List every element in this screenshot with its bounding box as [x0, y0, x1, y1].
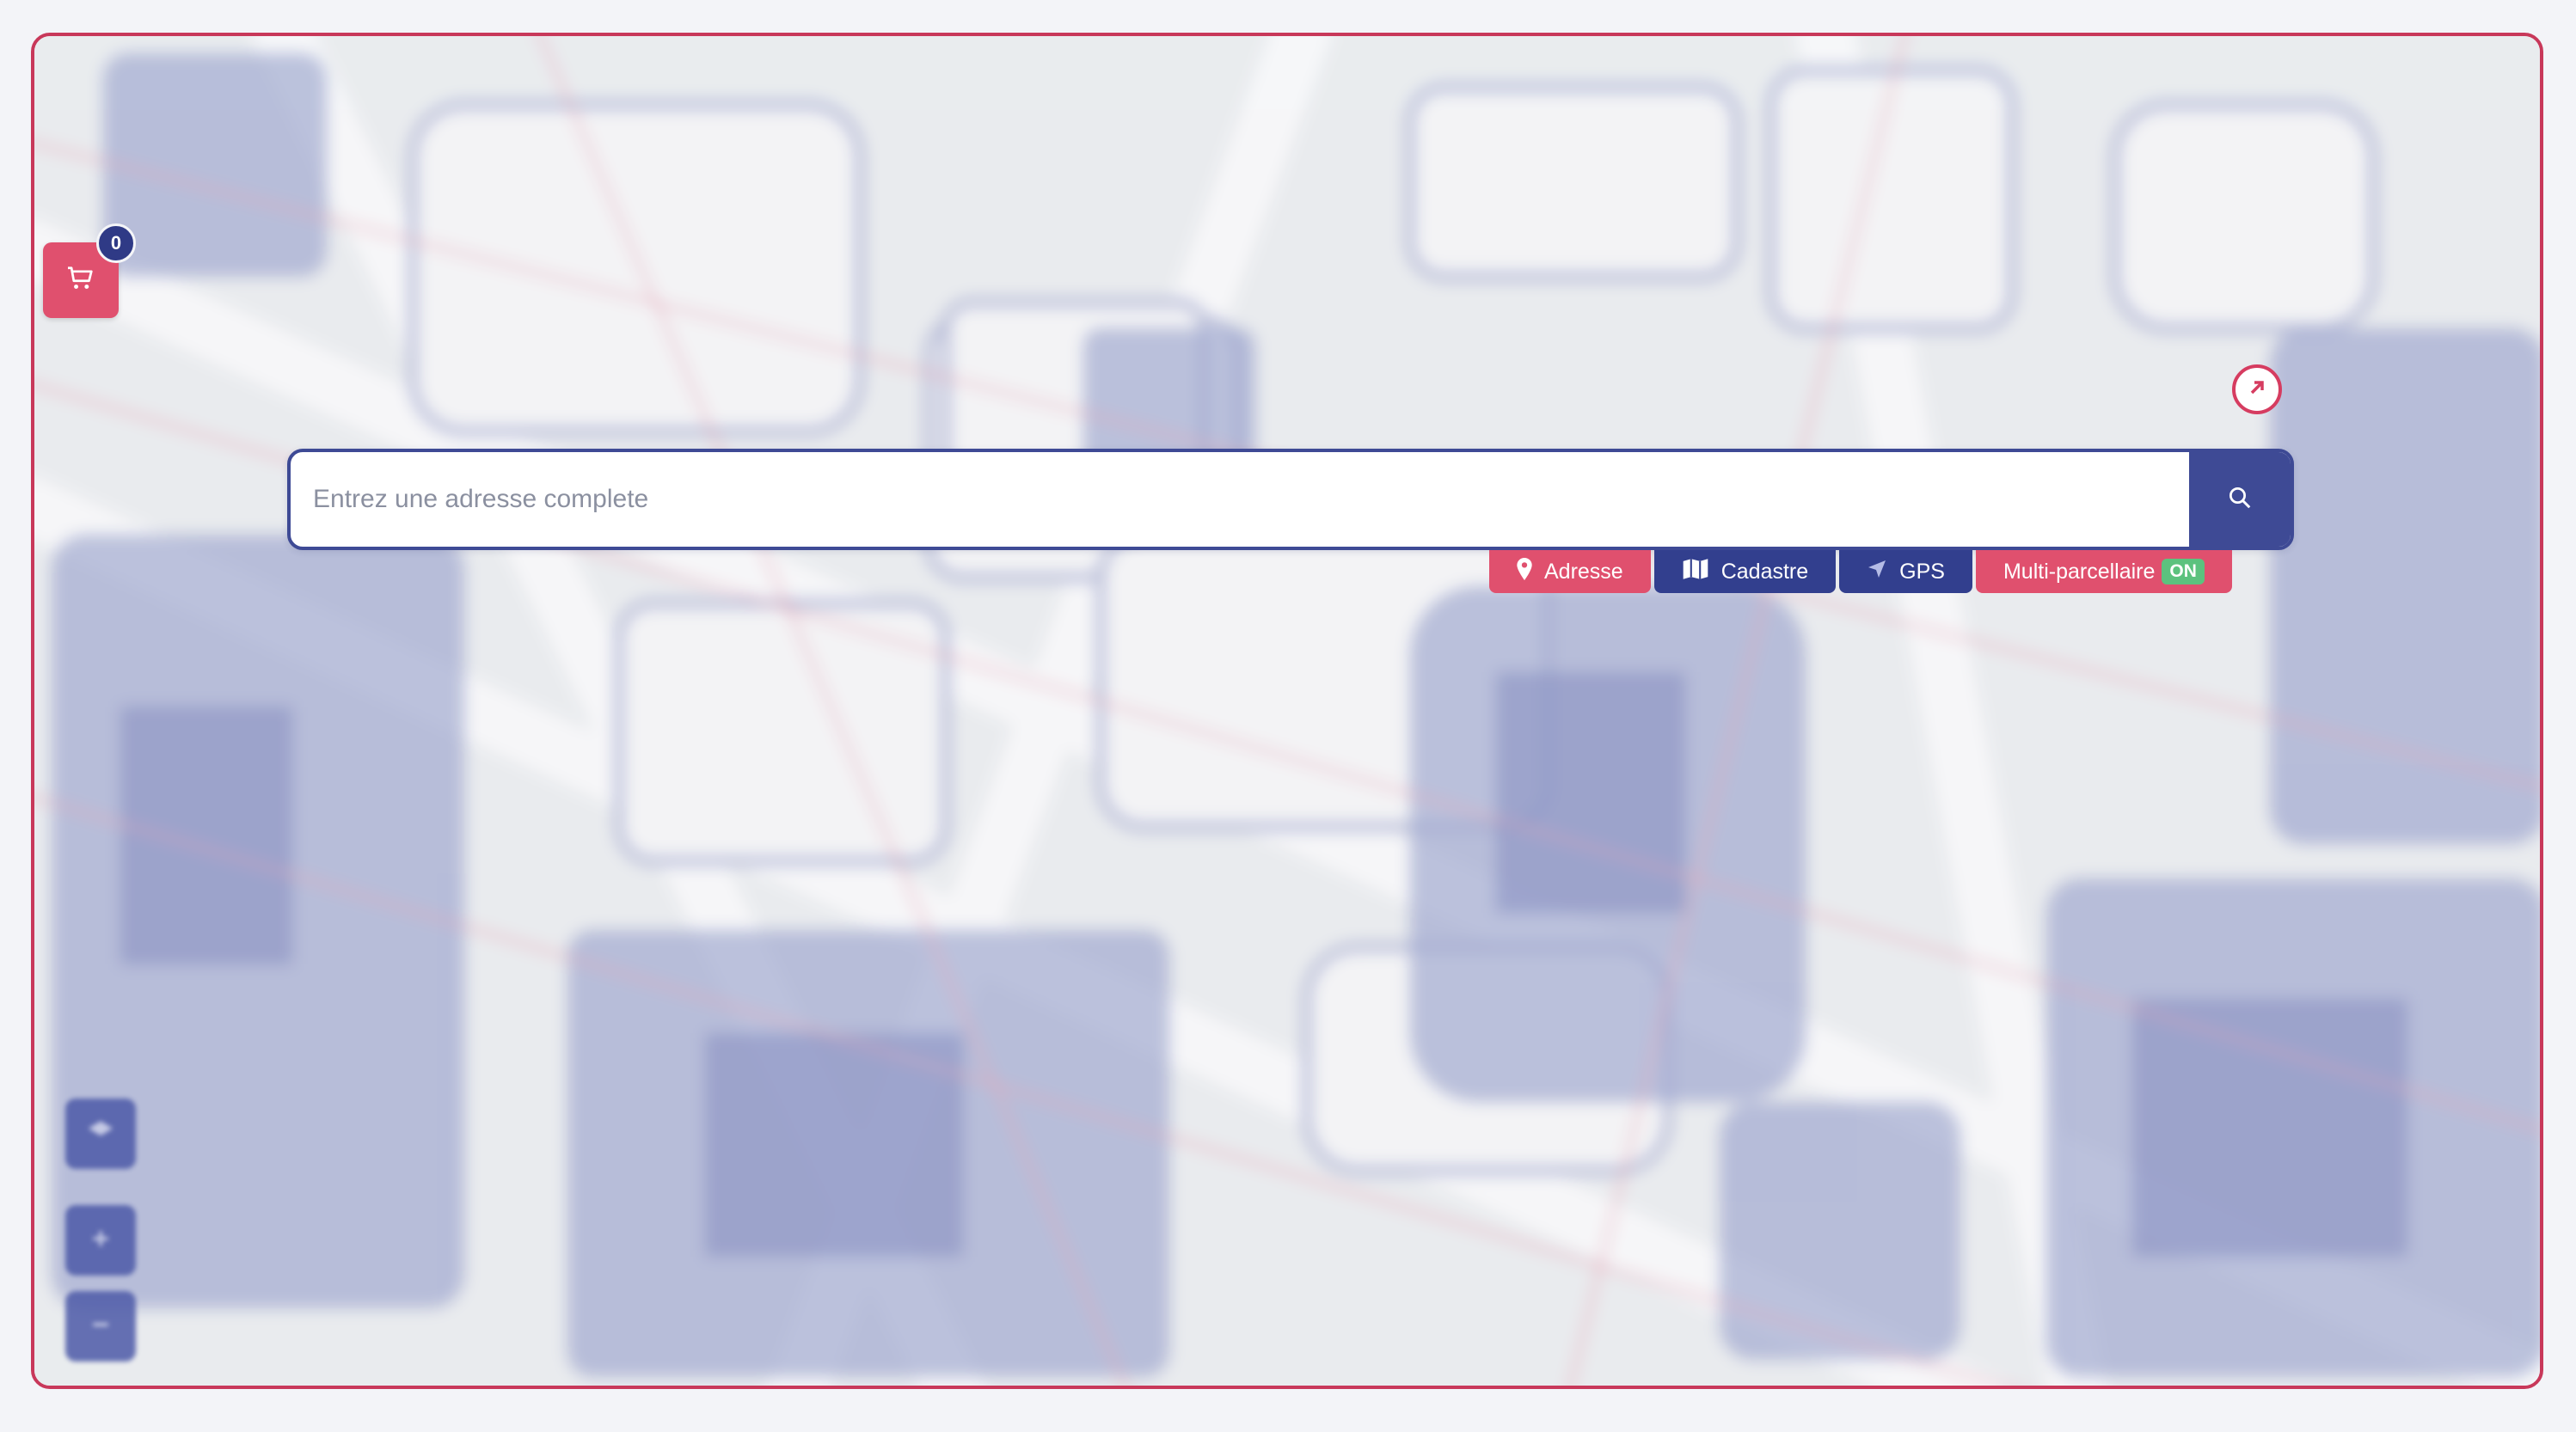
multi-parcellaire-status-badge: ON	[2162, 559, 2205, 584]
zoom-out-button[interactable]	[65, 1291, 136, 1362]
expand-arrow-icon	[2247, 377, 2267, 402]
zoom-out-icon	[88, 1312, 113, 1342]
mode-adresse-button[interactable]: Adresse	[1489, 550, 1651, 593]
map-icon	[1682, 558, 1709, 586]
mode-gps-label: GPS	[1899, 559, 1945, 584]
expand-button[interactable]	[2232, 364, 2282, 414]
mode-cadastre-button[interactable]: Cadastre	[1653, 550, 1837, 593]
cart-icon	[66, 266, 95, 296]
zoom-in-button[interactable]	[65, 1205, 136, 1276]
address-search-input[interactable]	[291, 452, 2189, 547]
mode-adresse-label: Adresse	[1544, 559, 1623, 584]
navigation-arrow-icon	[1867, 559, 1887, 585]
mode-multi-parcellaire-label: Multi-parcellaire	[2003, 559, 2156, 584]
mode-gps-button[interactable]: GPS	[1839, 550, 1972, 593]
map-background[interactable]	[34, 36, 2540, 1386]
mode-multi-parcellaire-button[interactable]: Multi-parcellaire ON	[1975, 550, 2232, 593]
zoom-in-icon	[88, 1226, 113, 1256]
layers-button[interactable]	[65, 1098, 136, 1169]
layers-icon	[86, 1117, 115, 1151]
search-button[interactable]	[2189, 452, 2291, 547]
search-mode-tabs: Adresse Cadastre GPS Multi-parcellaire O…	[1489, 550, 2232, 593]
mode-cadastre-label: Cadastre	[1720, 559, 1809, 584]
search-icon	[2227, 485, 2253, 515]
map-frame	[31, 33, 2543, 1389]
map-pin-icon	[1517, 557, 1532, 586]
cart-count-badge: 0	[96, 223, 136, 263]
address-search-bar	[287, 449, 2294, 550]
